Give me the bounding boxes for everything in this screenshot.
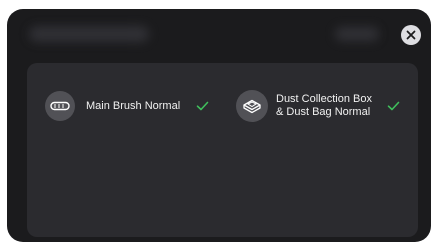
status-panel: Main Brush Normal Dust Collection Box & … [27,63,418,237]
status-dialog: Main Brush Normal Dust Collection Box & … [7,9,431,242]
status-item-main-brush: Main Brush Normal [45,91,209,121]
status-item-dust-box: Dust Collection Box & Dust Bag Normal [236,90,400,122]
checkmark-icon [196,101,209,111]
close-button[interactable] [401,25,421,45]
dialog-title-blurred [29,26,149,42]
close-icon [406,30,416,40]
main-brush-icon [45,91,75,121]
checkmark-icon [387,101,400,111]
dust-box-icon [236,90,268,122]
header-indicator-blurred [335,27,379,41]
main-brush-status-label: Main Brush Normal [86,99,181,112]
dust-box-status-label: Dust Collection Box & Dust Bag Normal [276,93,372,118]
